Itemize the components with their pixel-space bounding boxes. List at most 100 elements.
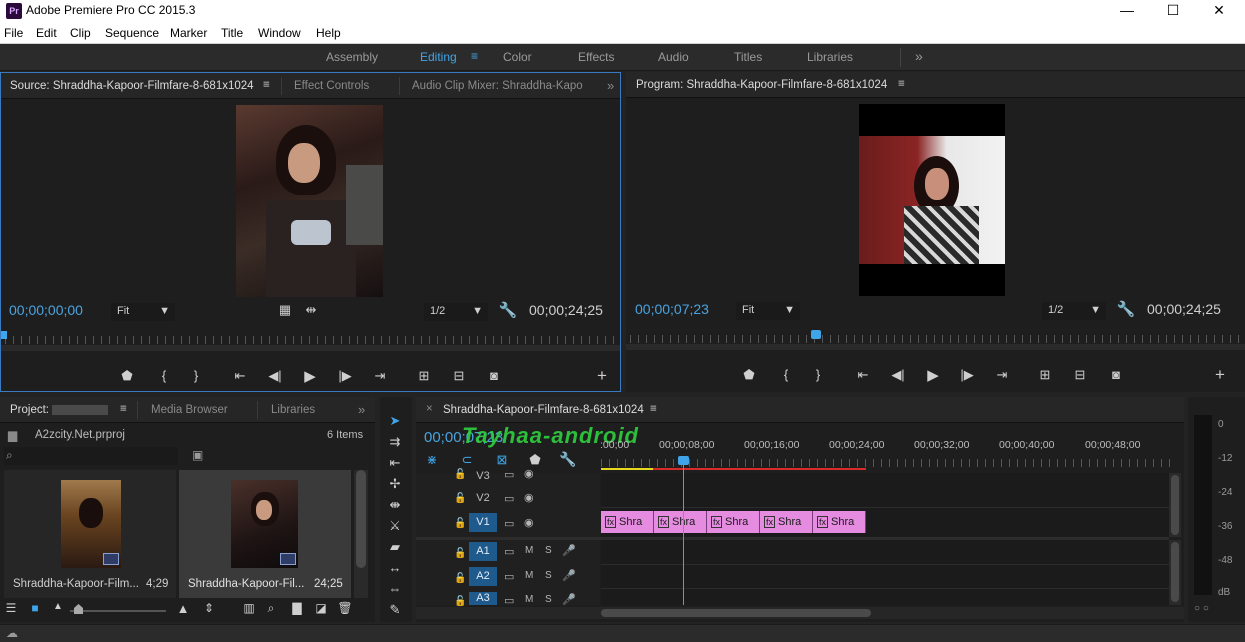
source-time-ruler[interactable]	[5, 336, 617, 344]
add-marker-icon[interactable]: ⬟	[738, 367, 760, 383]
eye-icon[interactable]: ◉	[524, 491, 534, 504]
eye-icon[interactable]: ◉	[524, 467, 534, 480]
meter-solo-buttons[interactable]: ○ ○	[1194, 603, 1209, 614]
find-icon[interactable]: ⌕	[260, 601, 282, 616]
drag-audio-only-icon[interactable]: ⇹	[300, 302, 322, 318]
source-fit-dropdown[interactable]: Fit ▼	[111, 303, 175, 321]
workspace-titles[interactable]: Titles	[734, 50, 762, 64]
video-tracks-scrollbar[interactable]	[1169, 473, 1181, 537]
menu-help[interactable]: Help	[316, 26, 341, 40]
close-tab-icon[interactable]: ×	[426, 403, 433, 415]
ripple-edit-tool-icon[interactable]: ⇤	[384, 453, 406, 473]
drag-video-only-icon[interactable]: ▦	[274, 302, 296, 318]
step-back-icon[interactable]: ◀|	[264, 368, 286, 384]
mark-in-icon[interactable]: {	[775, 367, 797, 382]
source-overflow-icon[interactable]: »	[607, 78, 614, 93]
new-bin-from-search-icon[interactable]: ▣	[192, 448, 203, 462]
insert-icon[interactable]: ⊞	[413, 368, 435, 384]
play-button-icon[interactable]: ▶	[299, 367, 321, 385]
source-playhead[interactable]	[1, 331, 7, 339]
add-marker-timeline-icon[interactable]: ⊠	[491, 452, 513, 468]
tab-sequence[interactable]: Shraddha-Kapoor-Filmfare-8-681x1024	[443, 404, 644, 416]
export-frame-camera-icon[interactable]: ◙	[1105, 367, 1127, 382]
microphone-icon[interactable]: 🎤	[562, 593, 576, 606]
trash-icon[interactable]: 🗑	[334, 601, 356, 615]
program-time-ruler[interactable]	[630, 335, 1240, 343]
workspace-effects[interactable]: Effects	[578, 50, 614, 64]
project-search-input[interactable]: ⌕	[4, 447, 178, 465]
microphone-icon[interactable]: 🎤	[562, 544, 576, 557]
source-zoom-bar[interactable]	[1, 345, 620, 351]
timeline-panel-menu-icon[interactable]: ≡	[650, 403, 657, 415]
marker-icon[interactable]: ⬟	[524, 452, 546, 468]
slider-handle[interactable]	[74, 604, 83, 614]
menu-sequence[interactable]: Sequence	[105, 26, 159, 40]
timeline-clip[interactable]: fxShra	[813, 511, 866, 533]
solo-track-button[interactable]: S	[545, 594, 552, 605]
workspace-color[interactable]: Color	[503, 50, 532, 64]
menu-window[interactable]: Window	[258, 26, 301, 40]
eye-icon[interactable]: ◉	[524, 516, 534, 529]
project-item-tile[interactable]: Shraddha-Kapoor-Film... 4;29	[4, 470, 176, 598]
close-window-button[interactable]: ✕	[1196, 0, 1242, 22]
zoom-out-small-icon[interactable]: ▲	[47, 601, 69, 612]
workspace-editing[interactable]: Editing	[420, 50, 457, 64]
slip-tool-icon[interactable]: ▰	[384, 537, 406, 557]
workspace-libraries[interactable]: Libraries	[807, 50, 853, 64]
toggle-sync-icon[interactable]: ▭	[504, 570, 514, 583]
track-label-a3[interactable]: A3	[469, 592, 497, 605]
mark-out-icon[interactable]: }	[807, 367, 829, 382]
program-zoom-bar[interactable]	[626, 344, 1245, 350]
track-label-a1[interactable]: A1	[469, 542, 497, 561]
wrench-settings-icon[interactable]: 🔧	[497, 301, 519, 319]
step-forward-icon[interactable]: |▶	[334, 368, 356, 384]
program-panel-menu-icon[interactable]: ≡	[898, 78, 905, 90]
workspace-menu-icon[interactable]: ≡	[471, 49, 478, 63]
lift-icon[interactable]: ⊞	[1034, 367, 1056, 383]
zoom-in-large-icon[interactable]: ▲	[172, 601, 194, 616]
scrollbar-thumb[interactable]	[1171, 542, 1179, 602]
menu-file[interactable]: File	[4, 26, 23, 40]
workspace-audio[interactable]: Audio	[658, 50, 689, 64]
icon-view-icon[interactable]: ■	[24, 601, 46, 615]
microphone-icon[interactable]: 🎤	[562, 569, 576, 582]
rolling-edit-tool-icon[interactable]: ✢	[384, 474, 406, 494]
go-to-out-icon[interactable]: ⇥	[991, 367, 1013, 383]
snap-icon[interactable]: ⋇	[421, 452, 443, 468]
program-resolution-dropdown[interactable]: 1/2 ▼	[1042, 302, 1106, 320]
tab-program[interactable]: Program: Shraddha-Kapoor-Filmfare-8-681x…	[636, 79, 887, 91]
mark-out-icon[interactable]: }	[185, 368, 207, 383]
overwrite-icon[interactable]: ⊟	[448, 368, 470, 384]
audio-tracks-scrollbar[interactable]	[1169, 540, 1181, 605]
project-item-tile[interactable]: Shraddha-Kapoor-Fil... 24;25	[179, 470, 351, 598]
toggle-sync-icon[interactable]: ▭	[504, 468, 514, 481]
track-label-v3[interactable]: V3	[469, 467, 497, 486]
mark-in-icon[interactable]: {	[153, 368, 175, 383]
menu-title[interactable]: Title	[221, 26, 243, 40]
timeline-clip[interactable]: fxShra	[760, 511, 813, 533]
track-label-a2[interactable]: A2	[469, 567, 497, 586]
solo-track-button[interactable]: S	[545, 545, 552, 556]
menu-edit[interactable]: Edit	[36, 26, 57, 40]
timeline-clip[interactable]: fxShra	[601, 511, 654, 533]
tab-project[interactable]: Project:	[10, 404, 49, 416]
tab-libraries[interactable]: Libraries	[271, 404, 315, 416]
program-fit-dropdown[interactable]: Fit ▼	[736, 302, 800, 320]
timeline-zoom-scrollbar[interactable]	[416, 607, 1184, 619]
razor-tool-icon[interactable]: ⚔	[384, 516, 406, 536]
track-select-tool-icon[interactable]: ⇉	[384, 432, 406, 452]
automate-to-sequence-icon[interactable]: ▥	[238, 601, 260, 615]
tab-effect-controls[interactable]: Effect Controls	[294, 80, 369, 92]
add-marker-icon[interactable]: ⬟	[116, 368, 138, 384]
new-bin-folder-icon[interactable]: ▇	[286, 601, 308, 615]
timeline-playhead-handle[interactable]	[678, 456, 689, 465]
go-to-out-icon[interactable]: ⇥	[369, 368, 391, 384]
scrollbar-thumb[interactable]	[356, 470, 366, 568]
timeline-settings-wrench-icon[interactable]: 🔧	[557, 451, 579, 468]
minimize-button[interactable]: —	[1104, 0, 1150, 22]
mute-track-button[interactable]: M	[525, 594, 533, 605]
step-back-icon[interactable]: ◀|	[887, 367, 909, 383]
tab-media-browser[interactable]: Media Browser	[151, 404, 228, 416]
step-forward-icon[interactable]: |▶	[956, 367, 978, 383]
list-view-icon[interactable]: ☰	[0, 601, 22, 615]
